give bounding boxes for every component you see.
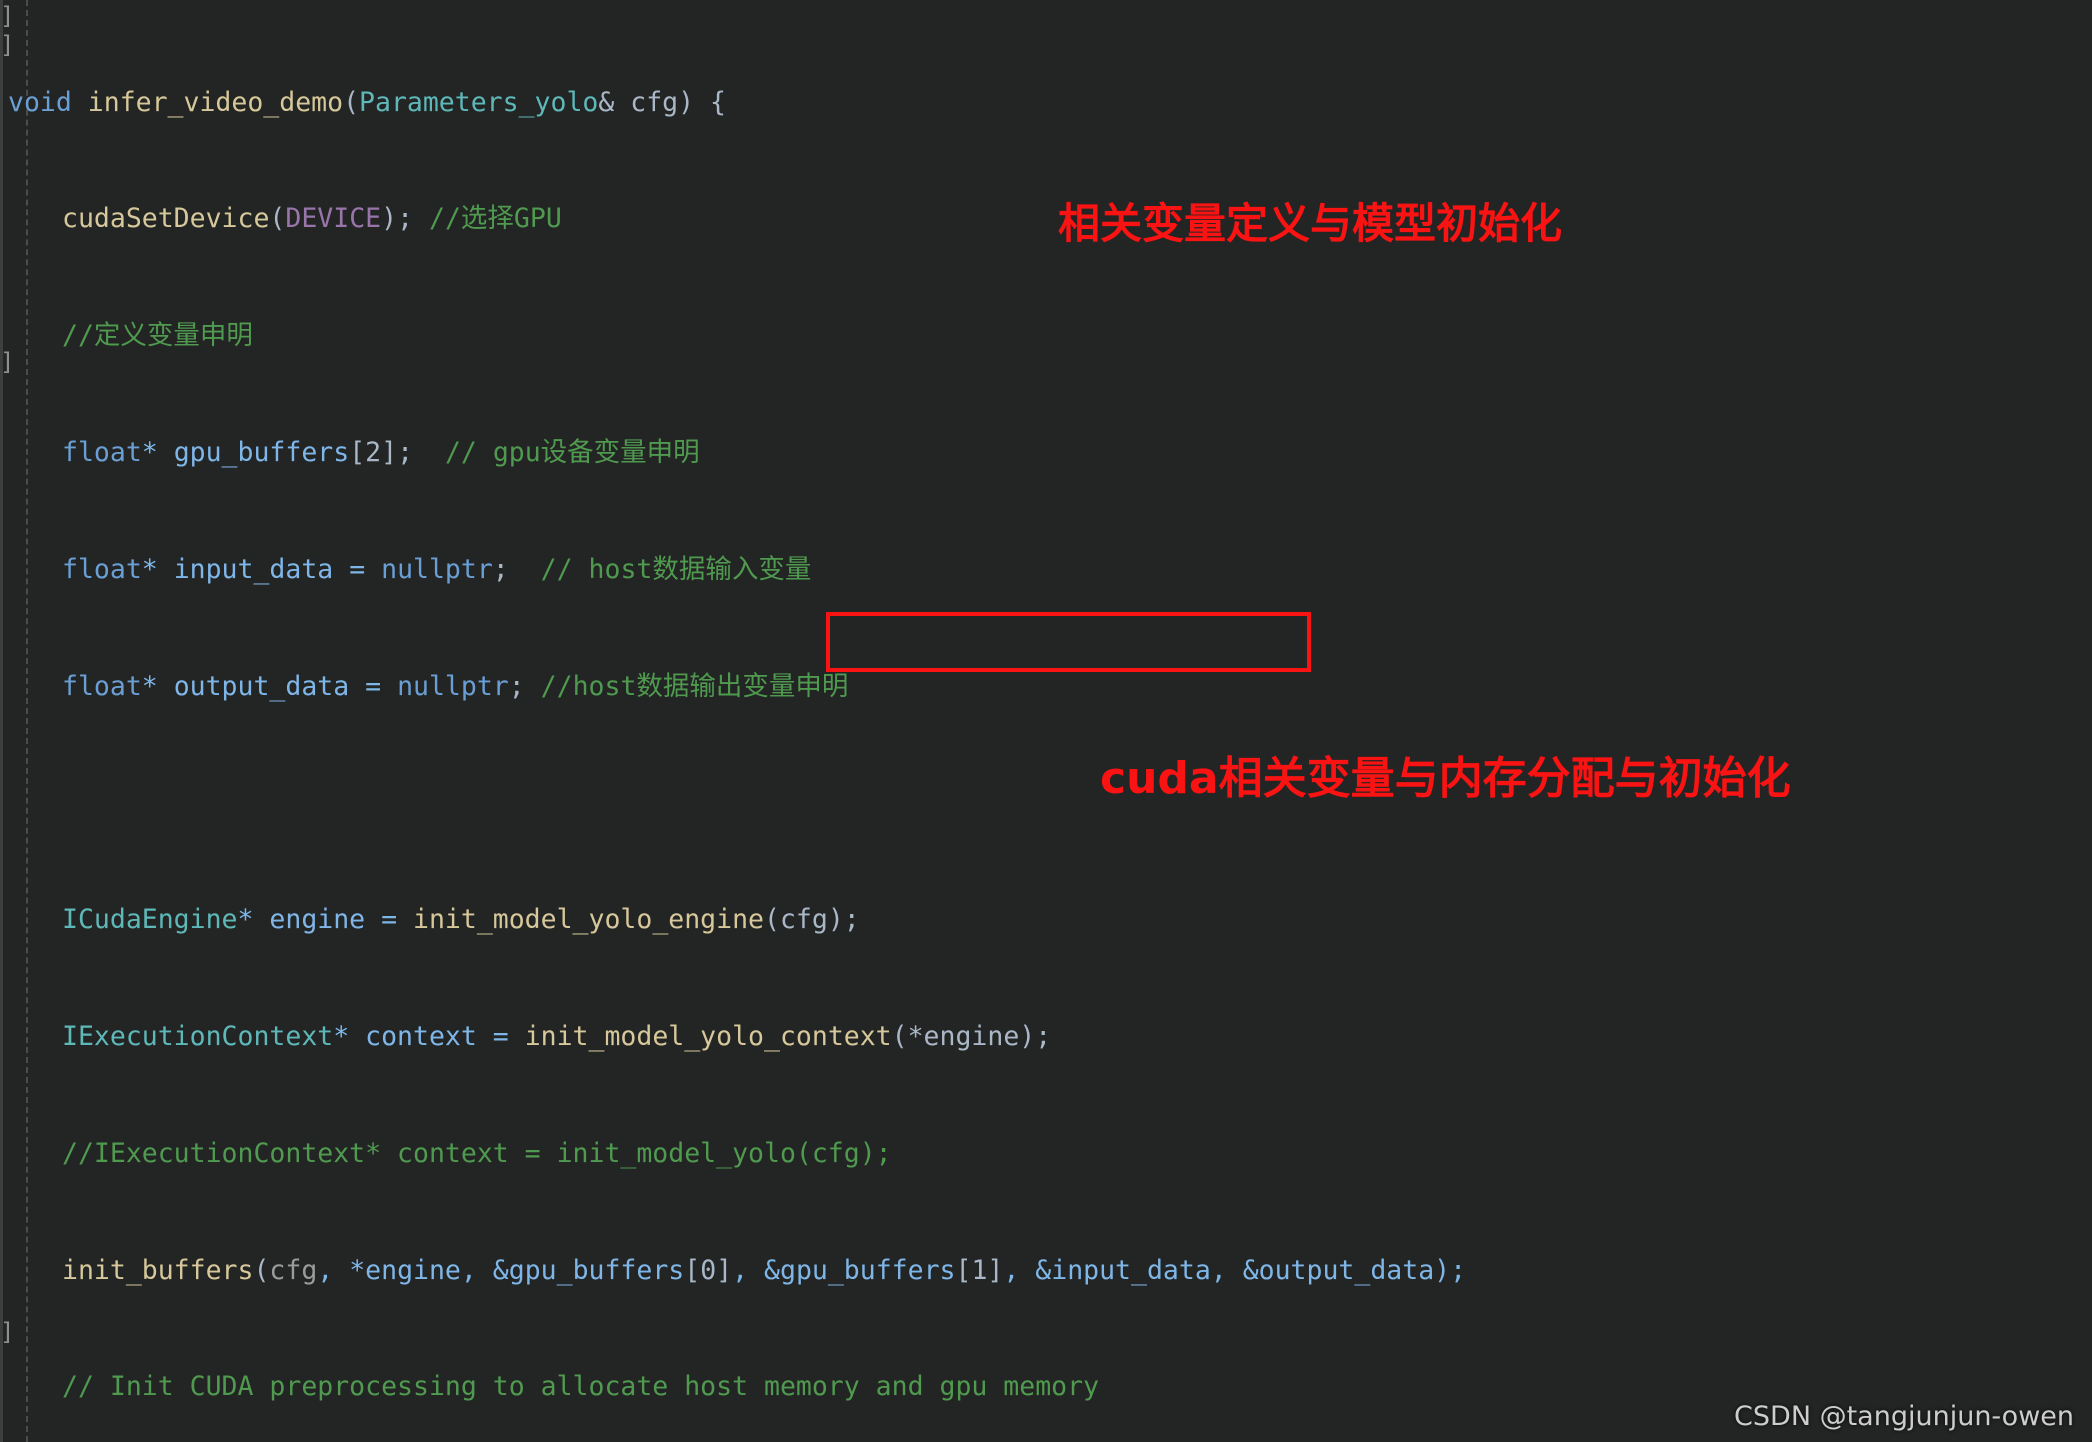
token-punct: ); bbox=[381, 203, 429, 235]
token-comment: //选择GPU bbox=[429, 203, 562, 235]
token-variable: * context = bbox=[333, 1020, 525, 1052]
token-punct: [2] bbox=[349, 437, 398, 468]
token-macro: DEVICE bbox=[285, 203, 382, 235]
code-line[interactable]: //IExecutionContext* context = init_mode… bbox=[0, 1139, 2092, 1168]
code-content[interactable]: void infer_video_demo(Parameters_yolo& c… bbox=[0, 0, 2092, 1442]
token-punct: [0] bbox=[684, 1254, 733, 1286]
token-keyword: float bbox=[62, 437, 142, 468]
code-line[interactable]: float* input_data = nullptr; // host数据输入… bbox=[0, 555, 2092, 584]
code-line[interactable]: init_buffers(cfg, *engine, &gpu_buffers[… bbox=[0, 1254, 2092, 1286]
token-variable: * gpu_buffers bbox=[141, 437, 350, 468]
code-line[interactable]: IExecutionContext* context = init_model_… bbox=[0, 1022, 2092, 1051]
token-function-name: infer_video_demo bbox=[71, 86, 344, 118]
token-punct: ( bbox=[343, 86, 360, 118]
token-keyword: nullptr bbox=[381, 553, 493, 585]
code-line[interactable]: //定义变量申明 bbox=[0, 321, 2092, 350]
token-function-name: cudaSetDevice bbox=[62, 203, 270, 235]
token-comment: // gpu设备变量申明 bbox=[444, 437, 700, 468]
token-punct: ; bbox=[397, 437, 445, 468]
csdn-watermark: CSDN @tangjunjun-owen bbox=[1734, 1401, 2074, 1432]
token-keyword: nullptr bbox=[397, 670, 509, 702]
token-function-name: init_buffers bbox=[62, 1254, 254, 1286]
code-line[interactable]: ICudaEngine* engine = init_model_yolo_en… bbox=[0, 905, 2092, 934]
token-punct: (*engine); bbox=[891, 1020, 1052, 1052]
token-variable: * input_data = bbox=[141, 553, 382, 585]
token-punct: ( bbox=[253, 1254, 270, 1286]
token-variable: , &input_data, &output_data); bbox=[1003, 1254, 1467, 1286]
token-type: IExecutionContext bbox=[62, 1020, 334, 1052]
code-line[interactable]: float* gpu_buffers[2]; // gpu设备变量申明 bbox=[0, 438, 2092, 467]
code-line[interactable]: void infer_video_demo(Parameters_yolo& c… bbox=[0, 88, 2092, 117]
token-keyword: float bbox=[62, 553, 142, 585]
token-keyword: void bbox=[8, 86, 72, 118]
token-variable: , *engine, &gpu_buffers bbox=[317, 1254, 685, 1286]
token-function-name: init_model_yolo_engine bbox=[413, 904, 764, 936]
token-keyword: float bbox=[62, 670, 142, 702]
token-punct: (cfg); bbox=[764, 904, 860, 936]
token-comment: //IExecutionContext* context = init_mode… bbox=[62, 1137, 892, 1169]
token-field: cfg bbox=[269, 1254, 318, 1286]
token-type: Parameters_yolo bbox=[359, 86, 599, 118]
token-variable: * engine = bbox=[237, 904, 413, 936]
code-editor[interactable]: ] ] ] ] void infer_video_demo(Parameters… bbox=[0, 0, 2092, 1442]
annotation-cuda-memory: cuda相关变量与内存分配与初始化 bbox=[1100, 753, 1791, 804]
code-line[interactable]: // Init CUDA preprocessing to allocate h… bbox=[0, 1372, 2092, 1401]
token-punct: & cfg) { bbox=[598, 86, 726, 118]
token-comment: // Init CUDA preprocessing to allocate h… bbox=[62, 1371, 1100, 1403]
token-comment: //host数据输出变量申明 bbox=[540, 670, 849, 702]
token-punct: ( bbox=[269, 203, 286, 235]
annotation-variables-init: 相关变量定义与模型初始化 bbox=[1058, 199, 1563, 248]
token-punct: ; bbox=[492, 553, 541, 585]
token-type: ICudaEngine bbox=[62, 904, 238, 936]
token-punct: [1] bbox=[955, 1254, 1004, 1286]
token-variable: * output_data = bbox=[141, 670, 398, 702]
token-comment: //定义变量申明 bbox=[62, 320, 253, 352]
token-variable: , &gpu_buffers bbox=[732, 1254, 956, 1286]
token-comment: // host数据输入变量 bbox=[540, 553, 812, 585]
code-line[interactable]: cudaSetDevice(DEVICE); //选择GPU bbox=[0, 204, 2092, 233]
code-line[interactable]: float* output_data = nullptr; //host数据输出… bbox=[0, 670, 2092, 702]
token-punct: ; bbox=[508, 670, 541, 702]
token-function-name: init_model_yolo_context bbox=[524, 1020, 892, 1052]
